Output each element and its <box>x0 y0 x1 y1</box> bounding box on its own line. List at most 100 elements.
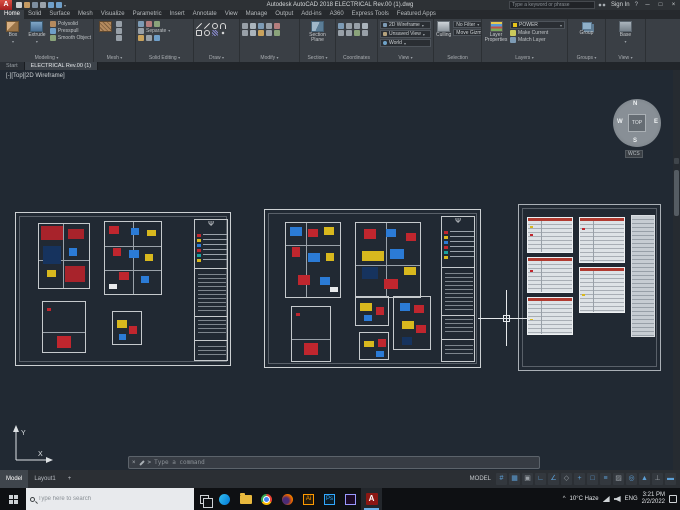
redo-icon[interactable] <box>56 2 62 8</box>
group-button[interactable]: Group <box>573 20 601 36</box>
save-icon[interactable] <box>32 2 38 8</box>
taskbar-app-illustrator[interactable]: Ai <box>298 488 319 510</box>
schedule-table-3[interactable] <box>527 297 573 335</box>
gizmo-dropdown[interactable]: Move Gizmo▾ <box>453 29 481 36</box>
taskbar-search[interactable] <box>26 488 194 510</box>
rotate-icon[interactable] <box>258 23 264 29</box>
ribbon-tab-featured-apps[interactable]: Featured Apps <box>393 10 440 19</box>
ucs-axes-icon[interactable]: Y X <box>8 422 54 466</box>
ribbon-tab-mesh[interactable]: Mesh <box>74 10 97 19</box>
ribbon-tab-annotate[interactable]: Annotate <box>189 10 221 19</box>
make-current-button[interactable]: Make Current <box>510 30 565 36</box>
object-snap-icon[interactable]: □ <box>587 473 598 485</box>
panel-name-groups[interactable]: Groups ▾ <box>568 54 605 62</box>
box-button[interactable]: Box ▾ <box>2 20 24 44</box>
point-icon[interactable] <box>220 30 226 36</box>
coordinate-system-dropdown[interactable]: World ▾ <box>380 39 431 47</box>
polysolid-button[interactable]: Polysolid <box>49 21 91 27</box>
detail-plan-2f[interactable] <box>359 332 389 360</box>
floor-plan-1b[interactable] <box>104 221 162 295</box>
snap-icon[interactable]: ▦ <box>509 473 520 485</box>
autocad-app-button[interactable]: A <box>0 0 12 10</box>
selection-cycling-icon[interactable]: ◎ <box>626 473 637 485</box>
taskbar-search-input[interactable] <box>38 496 190 502</box>
close-icon[interactable]: × <box>132 460 136 466</box>
viewcube-top-face[interactable]: TOP <box>628 114 646 132</box>
network-icon[interactable] <box>602 496 610 502</box>
ribbon-tab-express-tools[interactable]: Express Tools <box>348 10 393 19</box>
union-button[interactable] <box>138 21 170 27</box>
ribbon-tab-solid[interactable]: Solid <box>24 10 45 19</box>
ucs-object-icon[interactable] <box>362 30 368 36</box>
search-binoculars-icon[interactable] <box>597 2 606 8</box>
layer-properties-button[interactable]: Layer Properties <box>484 20 508 43</box>
mirror-icon[interactable] <box>250 30 256 36</box>
move-icon[interactable] <box>242 23 248 29</box>
trim-icon[interactable] <box>274 23 280 29</box>
model-tab[interactable]: Model <box>0 470 29 488</box>
ribbon-tab-insert[interactable]: Insert <box>166 10 189 19</box>
schedule-table-2[interactable] <box>527 257 573 293</box>
command-input[interactable] <box>154 459 536 466</box>
ucs-z-axis-icon[interactable] <box>338 30 344 36</box>
circle-icon[interactable] <box>212 23 218 29</box>
clock[interactable]: 3:21 PM 2/2/2022 <box>642 492 665 506</box>
ribbon-tab-manage[interactable]: Manage <box>242 10 272 19</box>
viewport-controls[interactable]: [-][Top][2D Wireframe] <box>6 73 65 79</box>
panel-name-selection[interactable]: Selection <box>434 54 481 62</box>
viewcube-north[interactable]: N <box>633 101 637 107</box>
named-view-dropdown[interactable]: Unsaved View ▾ <box>380 30 431 38</box>
ucs-origin-icon[interactable] <box>362 23 368 29</box>
layer-dropdown[interactable]: POWER ▾ <box>510 21 565 29</box>
sheet-2[interactable]: Ψ <box>264 209 481 368</box>
smooth-more-button[interactable] <box>116 21 122 27</box>
help-icon[interactable]: ? <box>635 2 638 8</box>
panel-name-solid-editing[interactable]: Solid Editing ▾ <box>136 54 193 62</box>
ribbon-tab-addins[interactable]: Add-ins <box>297 10 325 19</box>
annotation-visibility-icon[interactable]: ▬ <box>665 473 676 485</box>
minimize-button[interactable]: ─ <box>641 0 654 10</box>
panel-name-view[interactable]: View ▾ <box>378 54 433 62</box>
floor-plan-2a[interactable] <box>285 222 341 298</box>
panel-name-layers[interactable]: Layers ▾ <box>482 54 567 62</box>
file-tab-start[interactable]: Start <box>0 62 25 70</box>
erase-icon[interactable] <box>242 30 248 36</box>
shell-button[interactable] <box>138 35 170 41</box>
panel-name-view2[interactable]: View ▾ <box>606 54 645 62</box>
ucs-3point-icon[interactable] <box>346 30 352 36</box>
array-icon[interactable] <box>274 30 280 36</box>
viewcube-east[interactable]: E <box>654 119 658 125</box>
volume-icon[interactable] <box>613 496 621 502</box>
taskbar-app-chrome[interactable] <box>256 488 277 510</box>
fillet-icon[interactable] <box>258 30 264 36</box>
panel-name-section[interactable]: Section ▾ <box>300 54 335 62</box>
extrude-button[interactable]: Extrude ▾ <box>26 20 48 44</box>
ellipse-icon[interactable] <box>204 30 210 36</box>
ribbon-tab-output[interactable]: Output <box>271 10 297 19</box>
hatch-icon[interactable] <box>212 30 218 36</box>
floor-plan-1a[interactable] <box>38 223 90 289</box>
model-space-label[interactable]: MODEL <box>470 476 491 482</box>
ribbon-tab-home[interactable]: Home <box>0 10 25 19</box>
close-button[interactable]: × <box>667 0 680 10</box>
restore-button[interactable]: □ <box>654 0 667 10</box>
polar-tracking-icon[interactable]: ∠ <box>548 473 559 485</box>
taskbar-app-premiere[interactable] <box>340 488 361 510</box>
3d-object-snap-icon[interactable]: ▲ <box>639 473 650 485</box>
undo-icon[interactable] <box>48 2 54 8</box>
schedule-table-4[interactable] <box>579 217 625 263</box>
taskbar-app-firefox[interactable] <box>277 488 298 510</box>
task-view-button[interactable] <box>194 488 214 510</box>
isodraft-icon[interactable]: ◇ <box>561 473 572 485</box>
smooth-less-button[interactable] <box>116 28 122 34</box>
command-line[interactable]: × > <box>128 456 540 469</box>
viewcube[interactable]: N W E S TOP WCS <box>612 92 664 158</box>
qat-dropdown-icon[interactable]: ▾ <box>64 3 66 8</box>
new-icon[interactable] <box>16 2 22 8</box>
smooth-object-button[interactable]: Smooth Object <box>49 35 91 41</box>
ucs-world-icon[interactable] <box>338 23 344 29</box>
panel-name-draw[interactable]: Draw ▾ <box>194 54 239 62</box>
sheet-1[interactable]: Ψ <box>15 212 231 366</box>
taskbar-app-explorer[interactable] <box>235 488 256 510</box>
taskbar-app-photoshop[interactable]: Ps <box>319 488 340 510</box>
